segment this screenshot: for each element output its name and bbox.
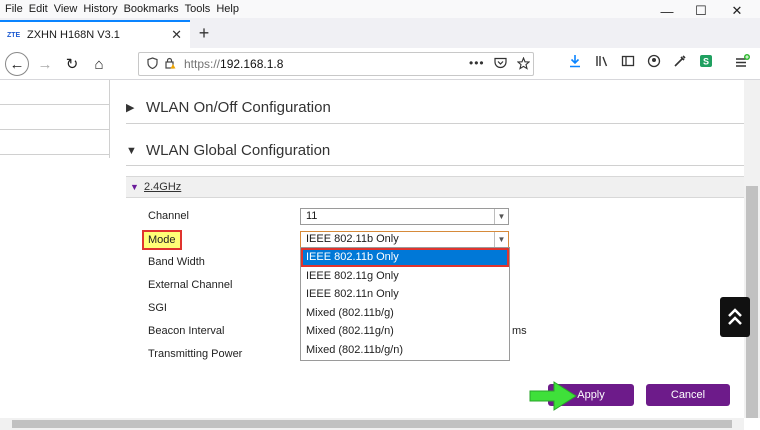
green-arrow-icon — [529, 381, 577, 411]
menu-history[interactable]: History — [83, 3, 117, 15]
lock-warning-icon[interactable] — [164, 57, 176, 72]
tab-close-icon[interactable]: ✕ — [171, 27, 182, 43]
chevron-down-icon[interactable]: ▼ — [494, 209, 508, 224]
channel-select[interactable]: 11 ▼ — [300, 208, 509, 225]
tab-router[interactable]: ZTE ZXHN H168N V3.1 ✕ — [0, 20, 190, 48]
url-bar[interactable]: https://192.168.1.8 ••• — [138, 52, 534, 76]
back-button[interactable]: ← — [5, 52, 29, 76]
url-protocol: https:// — [184, 57, 221, 71]
left-nav-item[interactable] — [0, 130, 109, 155]
channel-label: Channel — [148, 210, 189, 222]
menu-tools[interactable]: Tools — [185, 3, 211, 15]
new-tab-button[interactable]: + — [193, 22, 215, 46]
menu-help[interactable]: Help — [216, 3, 239, 15]
bandwidth-label: Band Width — [148, 256, 205, 268]
mode-select[interactable]: IEEE 802.11b Only ▼ — [300, 231, 509, 248]
navigation-bar: ← → ↻ ⌂ https://192.168.1.8 ••• S — [0, 48, 760, 80]
hamburger-menu-icon[interactable] — [732, 54, 752, 73]
beacon-unit: ms — [512, 325, 527, 337]
zte-favicon-icon: ZTE — [7, 31, 21, 39]
section-wlan-onoff[interactable]: ▶ WLAN On/Off Configuration — [126, 92, 744, 124]
tab-strip: ZTE ZXHN H168N V3.1 ✕ — [0, 18, 760, 48]
page-actions-icon[interactable]: ••• — [469, 56, 485, 70]
band-label[interactable]: 2.4GHz — [144, 181, 181, 193]
chevron-down-icon[interactable]: ▼ — [494, 232, 508, 247]
section-title-wlan-global: WLAN Global Configuration — [146, 142, 331, 159]
collapse-arrow-icon: ▼ — [130, 182, 139, 192]
expand-arrow-icon: ▶ — [126, 102, 135, 114]
mode-option[interactable]: IEEE 802.11b Only — [301, 248, 509, 267]
mode-option[interactable]: Mixed (802.11g/n) — [301, 322, 509, 341]
left-navigation — [0, 80, 110, 158]
section-title-wlan-onoff: WLAN On/Off Configuration — [146, 99, 331, 116]
eyedropper-icon[interactable] — [670, 54, 690, 71]
page-content: ▶ WLAN On/Off Configuration ▼ WLAN Globa… — [0, 80, 760, 430]
sidebar-icon[interactable] — [618, 54, 638, 71]
tab-title: ZXHN H168N V3.1 — [27, 29, 120, 41]
external-channel-label: External Channel — [148, 279, 233, 291]
mode-option[interactable]: IEEE 802.11n Only — [301, 285, 509, 304]
channel-value: 11 — [306, 210, 318, 222]
reload-button[interactable]: ↻ — [60, 52, 84, 76]
section-wlan-global[interactable]: ▼ WLAN Global Configuration — [126, 136, 744, 166]
menu-view[interactable]: View — [54, 3, 78, 15]
transmitting-power-label: Transmitting Power — [148, 348, 243, 360]
library-icon[interactable] — [592, 54, 612, 71]
band-2-4ghz-header[interactable]: ▼ 2.4GHz — [126, 176, 744, 198]
sgi-label: SGI — [148, 302, 167, 314]
url-host: 192.168.1.8 — [220, 57, 284, 71]
menu-bookmarks[interactable]: Bookmarks — [124, 3, 179, 15]
bookmark-star-icon[interactable] — [516, 56, 531, 73]
mode-option[interactable]: Mixed (802.11b/g/n) — [301, 341, 509, 360]
download-icon[interactable] — [565, 54, 585, 71]
home-button[interactable]: ⌂ — [87, 52, 111, 76]
cancel-button[interactable]: Cancel — [646, 384, 730, 406]
menu-file[interactable]: File — [5, 3, 23, 15]
collapse-arrow-icon: ▼ — [126, 144, 137, 157]
forward-button[interactable]: → — [33, 52, 57, 76]
mode-label: Mode — [148, 234, 176, 246]
beacon-interval-label: Beacon Interval — [148, 325, 225, 337]
mode-option[interactable]: Mixed (802.11b/g) — [301, 304, 509, 323]
extension-icon[interactable]: S — [696, 54, 716, 71]
mode-value: IEEE 802.11b Only — [306, 233, 399, 245]
svg-text:S: S — [703, 57, 709, 67]
horizontal-scroll-thumb[interactable] — [12, 420, 732, 428]
account-icon[interactable] — [644, 54, 664, 71]
menu-edit[interactable]: Edit — [29, 3, 48, 15]
double-chevron-up-icon[interactable] — [720, 297, 750, 337]
left-nav-item[interactable] — [0, 105, 109, 130]
pocket-icon[interactable] — [494, 57, 507, 72]
mode-option[interactable]: IEEE 802.11g Only — [301, 267, 509, 286]
mode-dropdown-list: IEEE 802.11b Only IEEE 802.11g Only IEEE… — [300, 247, 510, 361]
left-nav-item[interactable] — [0, 80, 109, 105]
shield-icon[interactable] — [147, 56, 158, 72]
